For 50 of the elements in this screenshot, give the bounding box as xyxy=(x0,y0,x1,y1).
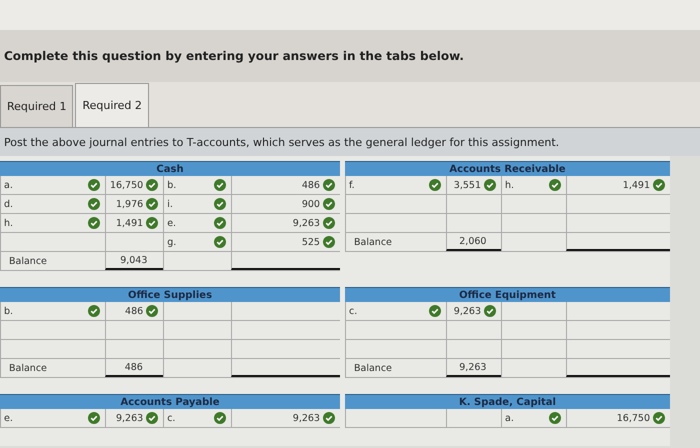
account-title: Accounts Payable xyxy=(0,394,340,409)
balance-field[interactable]: 9,263 xyxy=(446,359,501,377)
account-title: K. Spade, Capital xyxy=(345,394,670,409)
account-field[interactable]: e. xyxy=(163,214,232,232)
account-field[interactable]: g. xyxy=(163,233,232,251)
account-field[interactable]: d. xyxy=(0,195,106,213)
amount-field[interactable]: 1,491 xyxy=(105,214,164,232)
amount-field[interactable]: 3,551 xyxy=(446,176,501,194)
amount-field[interactable]: 9,263 xyxy=(105,409,164,427)
balance-field[interactable]: 486 xyxy=(105,359,164,377)
balance-field[interactable]: 2,060 xyxy=(446,233,501,251)
balance-field[interactable] xyxy=(566,359,670,377)
account-title: Office Equipment xyxy=(345,287,670,302)
amount-field[interactable]: 9,263 xyxy=(446,302,501,320)
account-field[interactable]: e. xyxy=(0,409,106,427)
account-field[interactable]: a. xyxy=(0,176,106,194)
account-field[interactable]: c. xyxy=(345,302,446,320)
account-field[interactable]: i. xyxy=(163,195,232,213)
account-field[interactable]: f. xyxy=(345,176,446,194)
amount-field[interactable]: 486 xyxy=(105,302,164,320)
amount-field[interactable]: 9,263 xyxy=(231,409,340,427)
account-title: Office Supplies xyxy=(0,287,340,302)
amount-field[interactable]: 900 xyxy=(231,195,340,213)
balance-field[interactable] xyxy=(231,252,340,270)
prompt-text: Post the above journal entries to T-accounts, which serves as the general ledger for this assignment. xyxy=(4,136,560,148)
amount-field[interactable]: 1,491 xyxy=(566,176,670,194)
instruction-text: Complete this question by entering your answers in the tabs below. xyxy=(4,49,464,63)
account-field[interactable]: b. xyxy=(0,302,106,320)
amount-field[interactable]: 1,976 xyxy=(105,195,164,213)
tab[interactable]: Required 1 xyxy=(0,85,74,127)
balance-field[interactable] xyxy=(231,359,340,377)
account-field[interactable]: b. xyxy=(163,176,232,194)
balance-field[interactable]: 9,043 xyxy=(105,252,164,270)
amount-field[interactable]: 525 xyxy=(231,233,340,251)
amount-field[interactable]: 16,750 xyxy=(105,176,164,194)
amount-field[interactable]: 486 xyxy=(231,176,340,194)
account-field[interactable]: c. xyxy=(163,409,232,427)
account-field[interactable]: h. xyxy=(0,214,106,232)
account-title: Cash xyxy=(0,161,340,176)
balance-label: Balance xyxy=(0,359,106,377)
balance-field[interactable] xyxy=(566,233,670,251)
tab[interactable]: Required 2 xyxy=(75,83,149,127)
account-field[interactable]: h. xyxy=(501,176,566,194)
balance-label: Balance xyxy=(345,359,446,377)
balance-label: Balance xyxy=(345,233,446,251)
amount-field[interactable]: 16,750 xyxy=(566,409,670,427)
account-field[interactable]: a. xyxy=(501,409,566,427)
amount-field[interactable]: 9,263 xyxy=(231,214,340,232)
balance-label: Balance xyxy=(0,252,106,270)
account-title: Accounts Receivable xyxy=(345,161,670,176)
